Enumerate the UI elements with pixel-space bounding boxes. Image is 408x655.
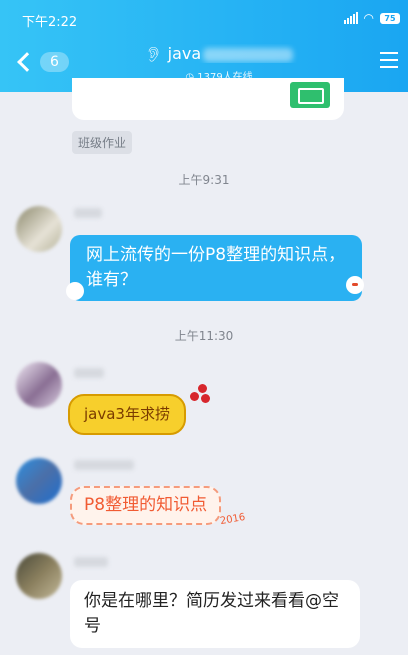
homework-tag[interactable]: 班级作业 [72,131,133,154]
timestamp: 上午9:31 [178,173,230,187]
shared-card[interactable] [72,78,344,120]
avatar[interactable] [16,362,62,408]
avatar[interactable] [16,458,62,504]
message-text: P8整理的知识点 [84,495,208,515]
back-button[interactable]: 6 [14,52,69,72]
sticker-year: 2016 [219,511,247,528]
sender-name-blurred [74,460,134,470]
snowman-decoration [66,282,84,300]
message-text: 网上流传的一份P8整理的知识点，谁有？ [86,245,346,290]
unread-count-badge: 6 [40,52,69,72]
message-bubble[interactable]: 你是在哪里？简历发过来看看@空号 [70,580,360,648]
timestamp: 上午11:30 [174,329,234,343]
hamburger-icon [380,52,398,54]
ear-icon: 👂︎ [144,47,163,63]
message-bubble[interactable]: java3年求捞 [68,394,186,435]
sender-name-blurred [74,208,102,218]
chevron-left-icon [17,52,37,72]
signal-icon [343,12,358,24]
wifi-icon: ◠ [363,11,374,25]
title-blurred-part [203,47,294,62]
message-bubble[interactable]: P8整理的知识点 [70,486,222,525]
berry-sticker-icon [186,382,212,408]
chat-title[interactable]: 👂︎ java [90,44,348,63]
battery-icon: 75 [380,13,400,24]
snowman-decoration [346,276,364,294]
message-text: java3年求捞 [84,405,170,423]
message-text: 你是在哪里？简历发过来看看@空号 [84,591,339,636]
chat-title-text: java [167,44,202,63]
sender-name-blurred [74,557,108,567]
status-time: 下午2:22 [22,15,78,30]
status-icons: ◠ 75 [343,11,400,25]
avatar[interactable] [16,206,62,252]
menu-button[interactable] [380,52,398,73]
file-icon [290,82,330,108]
message-bubble[interactable]: 网上流传的一份P8整理的知识点，谁有？ [70,235,362,301]
sender-name-blurred [74,368,104,378]
avatar[interactable] [16,553,62,599]
